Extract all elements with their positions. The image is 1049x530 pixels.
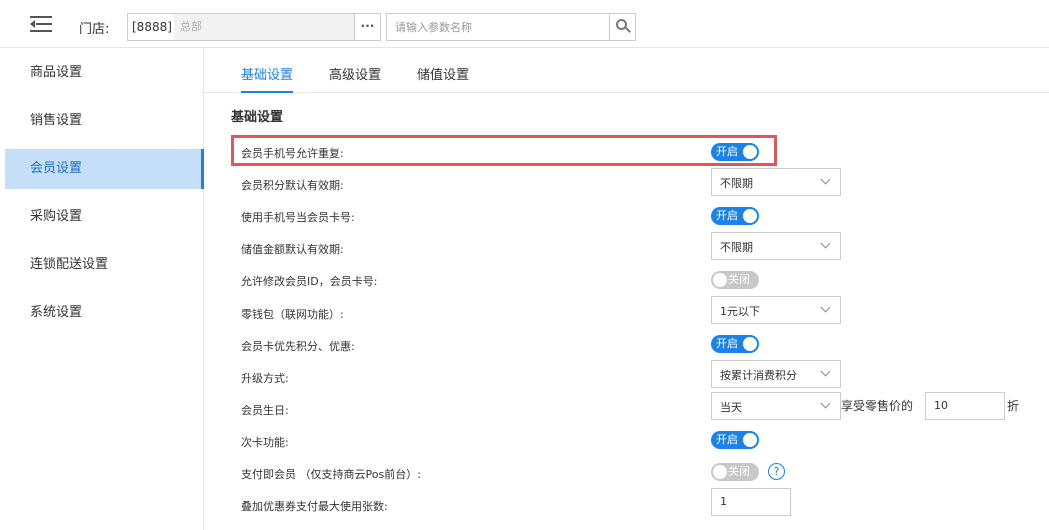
setting-label: 会员手机号允许重复: (241, 147, 344, 160)
times-card-toggle[interactable]: 开启 (711, 431, 759, 449)
chevron-down-icon (820, 238, 831, 249)
setting-label: 会员卡优先积分、优惠: (241, 340, 355, 353)
setting-label: 升级方式: (241, 372, 289, 385)
settings-tabs: 基础设置 高级设置 储值设置 (204, 48, 1049, 93)
phone-as-card-toggle[interactable]: 开启 (711, 207, 759, 225)
sidebar-item-member[interactable]: 会员设置 (5, 149, 204, 189)
param-search-box (386, 13, 636, 41)
change-wallet-select[interactable]: 1元以下 (711, 296, 841, 324)
birthday-select[interactable]: 当天 (711, 392, 841, 420)
max-coupon-count-input[interactable]: 1 (711, 488, 791, 516)
tab-basic[interactable]: 基础设置 (241, 64, 294, 93)
card-priority-toggle[interactable]: 开启 (711, 335, 759, 353)
discount-suffix: 折 (1007, 399, 1020, 413)
birthday-discount-input[interactable]: 10 (925, 392, 1005, 420)
points-expiry-select[interactable]: 不限期 (711, 168, 841, 196)
discount-prefix: 享受零售价的 (841, 399, 914, 413)
setting-label: 支付即会员 （仅支持商云Pos前台）: (241, 468, 421, 481)
stored-value-expiry-select[interactable]: 不限期 (711, 232, 841, 260)
setting-label: 叠加优惠券支付最大使用张数: (241, 500, 388, 513)
chevron-down-icon (820, 398, 831, 409)
sidebar-item-system[interactable]: 系统设置 (5, 293, 204, 333)
chevron-down-icon (820, 302, 831, 313)
setting-label: 储值金额默认有效期: (241, 243, 344, 256)
section-title: 基础设置 (231, 110, 284, 125)
sidebar-item-chain-delivery[interactable]: 连锁配送设置 (5, 245, 204, 285)
sidebar-item-goods[interactable]: 商品设置 (5, 53, 204, 93)
pay-as-member-toggle[interactable]: 关闭 (711, 463, 759, 481)
modify-member-id-toggle[interactable]: 关闭 (711, 271, 759, 289)
setting-label: 会员积分默认有效期: (241, 179, 344, 192)
search-button[interactable] (609, 14, 635, 40)
help-icon[interactable]: ? (768, 463, 785, 480)
setting-label: 允许修改会员ID，会员卡号: (241, 275, 378, 288)
setting-label: 会员生日: (241, 404, 289, 417)
store-name: 总部 (174, 14, 354, 40)
upgrade-method-select[interactable]: 按累计消费积分 (711, 360, 841, 388)
setting-label: 使用手机号当会员卡号: (241, 211, 355, 224)
setting-label: 次卡功能: (241, 436, 289, 449)
tab-advanced[interactable]: 高级设置 (329, 64, 381, 93)
store-label: 门店: (79, 22, 110, 37)
top-bar: 门店: [8888] 总部 ··· (0, 0, 1049, 48)
store-more-button[interactable]: ··· (354, 14, 380, 40)
menu-collapse-icon[interactable] (30, 16, 52, 34)
tab-stored-value[interactable]: 储值设置 (417, 64, 469, 93)
sidebar: 商品设置 销售设置 会员设置 采购设置 连锁配送设置 系统设置 (0, 48, 204, 530)
sidebar-item-purchase[interactable]: 采购设置 (5, 197, 204, 237)
setting-label: 零钱包（联网功能）: (241, 308, 344, 321)
sidebar-item-sales[interactable]: 销售设置 (5, 101, 204, 141)
store-code[interactable]: [8888] (128, 14, 174, 40)
chevron-down-icon (820, 366, 831, 377)
chevron-down-icon (820, 174, 831, 185)
store-selector[interactable]: [8888] 总部 ··· (127, 13, 381, 41)
phone-duplicate-toggle[interactable]: 开启 (711, 143, 759, 161)
param-search-input[interactable] (387, 14, 609, 40)
